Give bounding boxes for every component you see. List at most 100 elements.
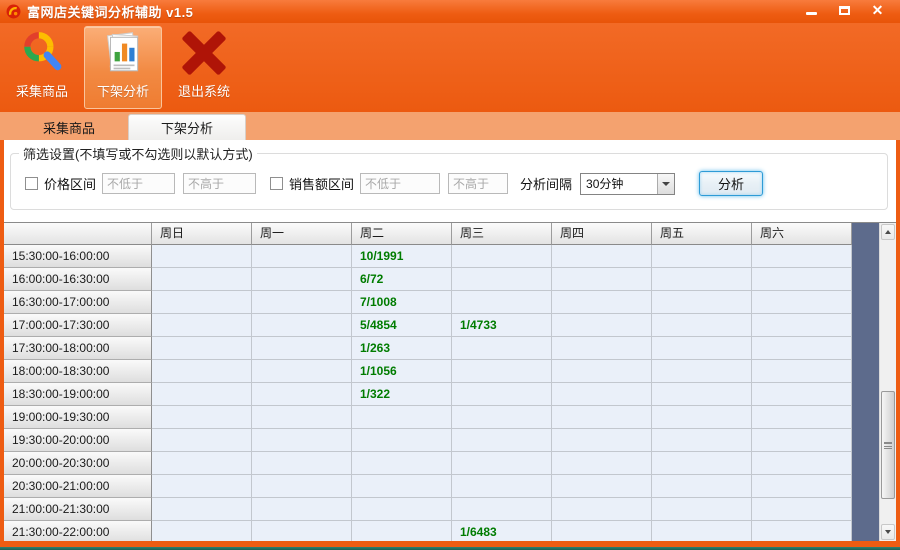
data-cell[interactable]: 7/1008 <box>352 291 452 314</box>
data-cell[interactable] <box>252 383 352 406</box>
data-cell[interactable]: 1/263 <box>352 337 452 360</box>
data-cell[interactable] <box>152 452 252 475</box>
data-cell[interactable] <box>452 268 552 291</box>
row-header-time[interactable]: 16:00:00-16:30:00 <box>4 268 152 291</box>
data-cell[interactable] <box>552 383 652 406</box>
data-cell[interactable] <box>652 337 752 360</box>
data-cell[interactable] <box>652 429 752 452</box>
price-max-input[interactable] <box>183 173 256 194</box>
data-cell[interactable] <box>752 360 852 383</box>
data-cell[interactable]: 1/6483 <box>452 521 552 541</box>
data-cell[interactable] <box>652 360 752 383</box>
data-cell[interactable] <box>252 337 352 360</box>
row-header-time[interactable]: 18:00:00-18:30:00 <box>4 360 152 383</box>
data-cell[interactable] <box>652 452 752 475</box>
data-cell[interactable]: 10/1991 <box>352 245 452 268</box>
sales-range-checkbox[interactable] <box>270 177 283 190</box>
data-cell[interactable]: 1/322 <box>352 383 452 406</box>
column-header-周五[interactable]: 周五 <box>652 223 752 245</box>
data-cell[interactable] <box>752 268 852 291</box>
data-cell[interactable] <box>152 245 252 268</box>
data-cell[interactable] <box>252 452 352 475</box>
chevron-down-icon[interactable] <box>657 174 674 194</box>
data-cell[interactable] <box>652 245 752 268</box>
row-header-time[interactable]: 20:00:00-20:30:00 <box>4 452 152 475</box>
sales-min-input[interactable] <box>360 173 440 194</box>
data-cell[interactable] <box>752 452 852 475</box>
data-cell[interactable] <box>252 245 352 268</box>
data-cell[interactable] <box>352 452 452 475</box>
row-header-time[interactable]: 19:30:00-20:00:00 <box>4 429 152 452</box>
data-cell[interactable]: 1/4733 <box>452 314 552 337</box>
data-cell[interactable] <box>152 360 252 383</box>
data-cell[interactable] <box>652 291 752 314</box>
column-header-周日[interactable]: 周日 <box>152 223 252 245</box>
data-cell[interactable] <box>352 475 452 498</box>
data-cell[interactable]: 1/1056 <box>352 360 452 383</box>
data-cell[interactable] <box>752 521 852 541</box>
data-cell[interactable] <box>752 337 852 360</box>
data-cell[interactable] <box>252 475 352 498</box>
data-cell[interactable] <box>452 360 552 383</box>
toolbar-button-analysis[interactable]: 下架分析 <box>84 26 162 109</box>
data-cell[interactable] <box>152 429 252 452</box>
row-header-time[interactable]: 21:30:00-22:00:00 <box>4 521 152 541</box>
data-cell[interactable] <box>452 429 552 452</box>
data-cell[interactable] <box>552 429 652 452</box>
data-cell[interactable] <box>652 498 752 521</box>
data-cell[interactable]: 6/72 <box>352 268 452 291</box>
row-header-time[interactable]: 20:30:00-21:00:00 <box>4 475 152 498</box>
data-cell[interactable] <box>352 429 452 452</box>
interval-dropdown[interactable]: 30分钟 <box>580 173 675 195</box>
row-header-time[interactable]: 17:30:00-18:00:00 <box>4 337 152 360</box>
data-cell[interactable] <box>452 452 552 475</box>
data-cell[interactable] <box>552 360 652 383</box>
data-cell[interactable] <box>452 406 552 429</box>
data-cell[interactable] <box>252 429 352 452</box>
data-cell[interactable] <box>252 291 352 314</box>
column-header-周二[interactable]: 周二 <box>352 223 452 245</box>
price-min-input[interactable] <box>102 173 175 194</box>
sales-max-input[interactable] <box>448 173 508 194</box>
price-range-checkbox[interactable] <box>25 177 38 190</box>
data-cell[interactable] <box>252 521 352 541</box>
data-cell[interactable] <box>452 291 552 314</box>
data-cell[interactable] <box>752 314 852 337</box>
data-cell[interactable] <box>552 314 652 337</box>
data-cell[interactable] <box>252 268 352 291</box>
data-cell[interactable] <box>752 406 852 429</box>
data-cell[interactable] <box>552 268 652 291</box>
data-cell[interactable] <box>152 521 252 541</box>
data-cell[interactable] <box>752 498 852 521</box>
tab-collect[interactable]: 采集商品 <box>10 114 128 140</box>
data-cell[interactable] <box>452 383 552 406</box>
data-cell[interactable] <box>752 245 852 268</box>
data-cell[interactable]: 5/4854 <box>352 314 452 337</box>
row-header-time[interactable]: 18:30:00-19:00:00 <box>4 383 152 406</box>
data-cell[interactable] <box>552 406 652 429</box>
row-header-time[interactable]: 16:30:00-17:00:00 <box>4 291 152 314</box>
data-cell[interactable] <box>452 245 552 268</box>
column-header-周三[interactable]: 周三 <box>452 223 552 245</box>
table-corner-cell[interactable] <box>4 223 152 245</box>
data-cell[interactable] <box>552 291 652 314</box>
data-cell[interactable] <box>352 406 452 429</box>
data-cell[interactable] <box>152 383 252 406</box>
data-cell[interactable] <box>752 429 852 452</box>
close-button[interactable]: ✕ <box>863 1 892 19</box>
row-header-time[interactable]: 15:30:00-16:00:00 <box>4 245 152 268</box>
data-cell[interactable] <box>752 291 852 314</box>
data-cell[interactable] <box>152 314 252 337</box>
data-cell[interactable] <box>252 360 352 383</box>
toolbar-button-collect[interactable]: 采集商品 <box>3 26 81 109</box>
data-cell[interactable] <box>152 406 252 429</box>
data-cell[interactable] <box>552 475 652 498</box>
data-cell[interactable] <box>452 498 552 521</box>
column-header-周六[interactable]: 周六 <box>752 223 852 245</box>
data-cell[interactable] <box>152 498 252 521</box>
data-cell[interactable] <box>452 475 552 498</box>
data-cell[interactable] <box>552 245 652 268</box>
scroll-up-button[interactable] <box>881 224 895 240</box>
data-cell[interactable] <box>652 521 752 541</box>
data-cell[interactable] <box>552 498 652 521</box>
